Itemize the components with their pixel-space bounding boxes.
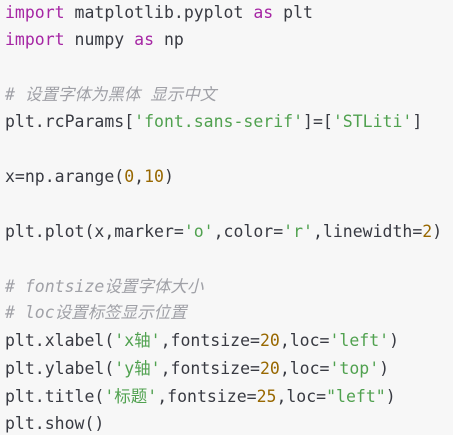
code-token: plt.xlabel( <box>5 331 115 350</box>
code-token: x=np.arange( <box>5 167 125 186</box>
keyword-token: import <box>5 3 65 22</box>
comment-token: # 设置字体为黑体 显示中文 <box>5 85 217 104</box>
code-token: ,loc= <box>279 359 330 378</box>
code-token: ) <box>389 331 400 350</box>
code-token: plt.plot(x,marker= <box>5 222 184 241</box>
code-token: plt.show() <box>5 414 105 433</box>
code-token: numpy <box>64 30 135 49</box>
code-token: ,color= <box>213 222 284 241</box>
code-line: x=np.arange(0,10) <box>5 166 174 188</box>
comment-token: # fontsize设置字体大小 <box>5 277 204 296</box>
string-token: '标题' <box>104 387 158 406</box>
code-token: ,fontsize= <box>157 387 257 406</box>
code-line: plt.xlabel('x轴',fontsize=20,loc='left') <box>5 330 399 352</box>
code-line: # 设置字体为黑体 显示中文 <box>5 84 216 106</box>
code-line: plt.ylabel('y轴',fontsize=20,loc='top') <box>5 358 389 380</box>
code-token: ) <box>432 222 443 241</box>
code-token: matplotlib.pyplot <box>64 3 254 22</box>
number-token: 0 <box>124 167 135 186</box>
code-token: ) <box>379 359 390 378</box>
number-token: 20 <box>259 359 280 378</box>
code-token: ,linewidth= <box>312 222 423 241</box>
code-line: plt.plot(x,marker='o',color='r',linewidt… <box>5 221 442 243</box>
code-line: plt.rcParams['font.sans-serif']=['STLiti… <box>5 111 422 133</box>
keyword-token: as <box>134 30 155 49</box>
string-token: 'left' <box>329 331 390 350</box>
code-token: ,fontsize= <box>160 359 260 378</box>
string-token: 'y轴' <box>114 359 161 378</box>
code-token: plt.rcParams[ <box>5 112 135 131</box>
number-token: 25 <box>256 387 277 406</box>
code-line: # fontsize设置字体大小 <box>5 276 203 298</box>
code-token: ) <box>385 387 396 406</box>
code-token: np <box>154 30 184 49</box>
code-token: ] <box>412 112 423 131</box>
code-token: plt.ylabel( <box>5 359 115 378</box>
code-line: import matplotlib.pyplot as plt <box>5 2 313 24</box>
code-token: ,fontsize= <box>160 331 260 350</box>
code-line: plt.title('标题',fontsize=25,loc="left") <box>5 386 396 408</box>
string-token: 'STLiti' <box>332 112 413 131</box>
number-token: 10 <box>144 167 164 186</box>
code-token: ) <box>163 167 174 186</box>
string-token: 'font.sans-serif' <box>134 112 304 131</box>
string-token: 'x轴' <box>114 331 161 350</box>
code-token: ,loc= <box>276 387 327 406</box>
code-token: plt <box>273 3 313 22</box>
keyword-token: as <box>253 3 274 22</box>
code-token: , <box>134 167 145 186</box>
code-token: plt.title( <box>5 387 105 406</box>
code-line: plt.show() <box>5 413 104 435</box>
code-token: ]=[ <box>303 112 333 131</box>
code-token: ,loc= <box>279 331 330 350</box>
string-token: "left" <box>326 387 386 406</box>
string-token: 'top' <box>329 359 380 378</box>
number-token: 2 <box>422 222 433 241</box>
number-token: 20 <box>259 331 280 350</box>
string-token: 'r' <box>283 222 313 241</box>
keyword-token: import <box>5 30 65 49</box>
code-editor[interactable]: import matplotlib.pyplot as plt import nu… <box>0 0 453 433</box>
code-line: import numpy as np <box>5 29 184 51</box>
string-token: 'o' <box>183 222 214 241</box>
code-line: # loc设置标签显示位置 <box>5 302 187 324</box>
comment-token: # loc设置标签显示位置 <box>5 303 187 322</box>
